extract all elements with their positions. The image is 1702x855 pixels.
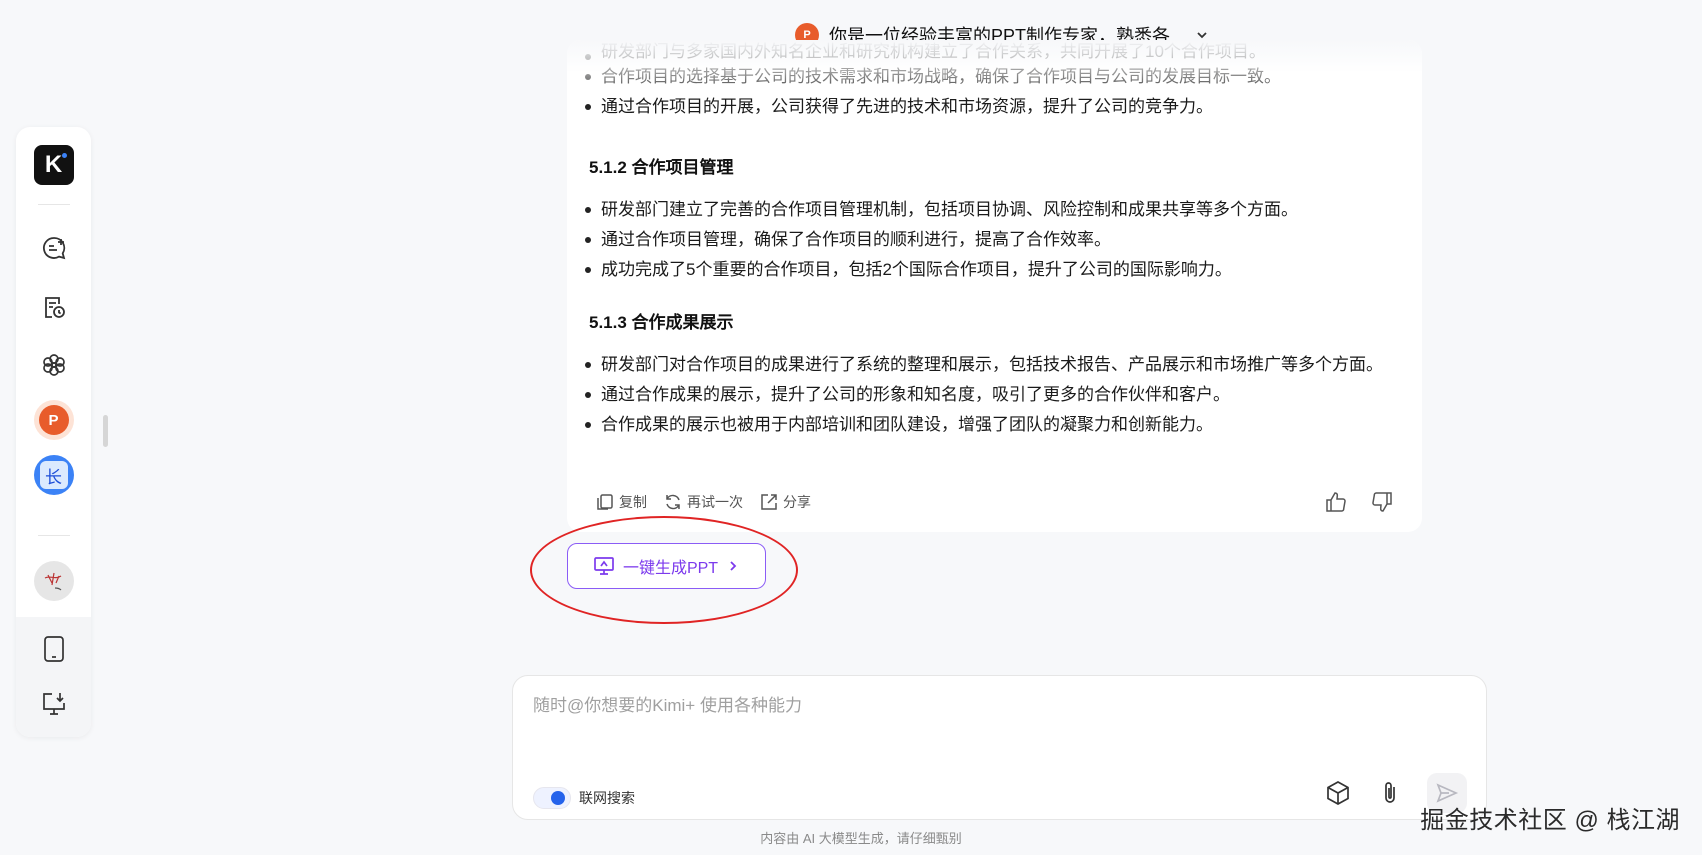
toggle-knob: [551, 791, 565, 805]
flower-apps-icon: [42, 354, 65, 376]
copy-icon: [597, 494, 613, 510]
sidebar-divider: [38, 535, 70, 536]
thumbs-down-button[interactable]: [1370, 490, 1394, 514]
cube-icon: [1327, 781, 1349, 805]
paperclip-icon: [1385, 782, 1395, 803]
web-search-label: 联网搜索: [579, 790, 635, 806]
new-chat-icon: [42, 237, 65, 260]
list-item: 研发部门与多家国内外知名企业和研究机构建立了合作关系，共同开展了10个合作项目。: [567, 42, 1422, 62]
history-icon: [44, 297, 65, 318]
tablet-icon: [43, 636, 64, 662]
thumbs-up-icon: [1326, 492, 1346, 512]
avatar: [33, 561, 74, 601]
list-item: 成功完成了5个重要的合作项目，包括2个国际合作项目，提升了公司的国际影响力。: [567, 255, 1422, 285]
thumbs-up-button[interactable]: [1324, 490, 1348, 514]
logo-dot: [61, 153, 67, 158]
web-search-toggle[interactable]: 联网搜索: [533, 787, 635, 809]
copy-button[interactable]: 复制: [595, 492, 647, 512]
generate-ppt-button[interactable]: 一键生成PPT: [567, 543, 766, 589]
refresh-icon: [666, 494, 680, 510]
sidebar: K P 长: [16, 127, 91, 737]
bullet-list: 研发部门对合作项目的成果进行了系统的整理和展示，包括技术报告、产品展示和市场推广…: [567, 350, 1397, 440]
long-text-assistant-button[interactable]: 长: [33, 455, 74, 495]
retry-button[interactable]: 再试一次: [663, 492, 743, 512]
thumbs-down-icon: [1372, 492, 1392, 512]
chat-input-box[interactable]: 随时@你想要的Kimi+ 使用各种能力 联网搜索: [512, 675, 1487, 820]
list-item: 研发部门对合作项目的成果进行了系统的整理和展示，包括技术报告、产品展示和市场推广…: [567, 350, 1397, 380]
desktop-download-button[interactable]: [34, 684, 74, 724]
list-item: 研发部门建立了完善的合作项目管理机制，包括项目协调、风险控制和成果共享等多个方面…: [567, 195, 1422, 225]
sidebar-collapse-handle[interactable]: [103, 415, 108, 447]
kimi-plus-button[interactable]: [34, 345, 74, 385]
retry-label: 再试一次: [687, 494, 743, 510]
message-actions: 复制 再试一次 分享: [595, 487, 1394, 517]
ppt-assistant-button[interactable]: P: [33, 400, 74, 440]
sidebar-divider: [38, 204, 70, 205]
list-item: 合作成果的展示也被用于内部培训和团队建设，增强了团队的凝聚力和创新能力。: [567, 410, 1397, 440]
app-root: K P 长 P 你是一位经验丰富的PPT制作专家，熟悉各... 研发部门与多家国…: [0, 0, 1702, 855]
avatar-sketch-icon: [44, 572, 61, 591]
share-label: 分享: [783, 494, 811, 510]
ppt-app-letter: P: [38, 405, 69, 435]
section-heading: 5.1.2 合作项目管理: [589, 158, 734, 177]
chat-input-placeholder[interactable]: 随时@你想要的Kimi+ 使用各种能力: [533, 691, 802, 716]
list-item: 通过合作项目管理，确保了合作项目的顺利进行，提高了合作效率。: [567, 225, 1422, 255]
presentation-icon: [594, 557, 614, 575]
list-item: 通过合作成果的展示，提升了公司的形象和知名度，吸引了更多的合作伙伴和客户。: [567, 380, 1397, 410]
chevron-right-icon: [730, 561, 737, 571]
toggle-switch[interactable]: [533, 787, 571, 809]
share-button[interactable]: 分享: [759, 492, 811, 512]
share-icon: [761, 494, 777, 510]
kimi-logo[interactable]: K: [33, 145, 74, 185]
mobile-app-button[interactable]: [34, 629, 74, 669]
logo-letter: K: [44, 151, 63, 178]
history-button[interactable]: [34, 287, 74, 327]
sidebar-footer: [16, 617, 91, 737]
bullet-list: 研发部门建立了完善的合作项目管理机制，包括项目协调、风险控制和成果共享等多个方面…: [567, 195, 1422, 285]
assistant-message: 研发部门与多家国内外知名企业和研究机构建立了合作关系，共同开展了10个合作项目。…: [567, 40, 1422, 532]
section-heading: 5.1.3 合作成果展示: [589, 313, 734, 332]
copy-label: 复制: [619, 494, 647, 510]
list-item: 合作项目的选择基于公司的技术需求和市场战略，确保了合作项目与公司的发展目标一致。: [567, 62, 1422, 92]
desktop-download-icon: [42, 693, 65, 715]
ppt-app-icon: P: [33, 400, 74, 440]
watermark: 掘金技术社区 @ 栈江湖: [1420, 807, 1680, 834]
list-item: 通过合作项目的开展，公司获得了先进的技术和市场资源，提升了公司的竞争力。: [567, 92, 1422, 122]
kimi-plus-cube-button[interactable]: [1318, 773, 1358, 813]
generate-ppt-label: 一键生成PPT: [622, 560, 719, 577]
long-app-icon: 长: [33, 455, 74, 495]
attach-file-button[interactable]: [1370, 773, 1410, 813]
logo-icon: K: [33, 145, 74, 185]
user-avatar-button[interactable]: [33, 561, 74, 601]
long-app-letter: 长: [39, 461, 68, 489]
new-chat-button[interactable]: [34, 228, 74, 268]
bullet-list: 研发部门与多家国内外知名企业和研究机构建立了合作关系，共同开展了10个合作项目。…: [567, 42, 1422, 122]
